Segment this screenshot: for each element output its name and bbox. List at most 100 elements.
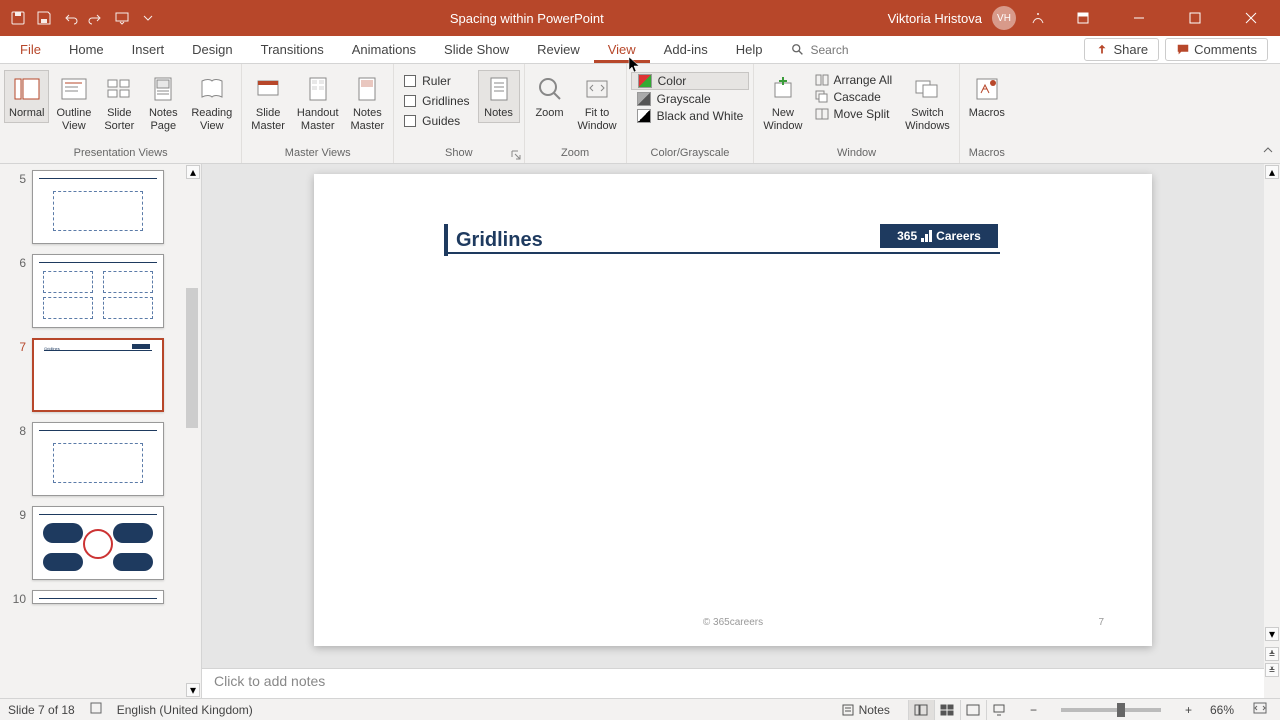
- minimize-button[interactable]: [1116, 4, 1162, 32]
- notes-status-button[interactable]: Notes: [837, 703, 894, 717]
- normal-view-button[interactable]: Normal: [4, 70, 49, 123]
- slide-thumbnail-active[interactable]: Gridlines: [32, 338, 164, 412]
- tab-file[interactable]: File: [6, 36, 55, 63]
- slide-thumbnail[interactable]: [32, 170, 164, 244]
- switch-windows-button[interactable]: Switch Windows: [900, 70, 955, 136]
- language-status[interactable]: English (United Kingdom): [117, 703, 253, 717]
- share-button[interactable]: Share: [1084, 38, 1159, 61]
- tab-animations[interactable]: Animations: [338, 36, 430, 63]
- slide-title[interactable]: Gridlines: [448, 229, 543, 252]
- outline-view-button[interactable]: Outline View: [51, 70, 96, 136]
- tab-help[interactable]: Help: [722, 36, 777, 63]
- avatar[interactable]: VH: [992, 6, 1016, 30]
- checkbox-icon: [404, 115, 416, 127]
- zoom-slider[interactable]: [1061, 708, 1161, 712]
- slideshow-status-button[interactable]: [986, 700, 1012, 720]
- reading-view-button[interactable]: Reading View: [186, 70, 237, 136]
- slide-counter[interactable]: Slide 7 of 18: [8, 703, 75, 717]
- notes-page-button[interactable]: Notes Page: [142, 70, 184, 136]
- outline-view-icon: [58, 73, 90, 105]
- thumbnail-item[interactable]: 9: [12, 506, 183, 580]
- slide-thumbnail[interactable]: [32, 506, 164, 580]
- comments-button[interactable]: Comments: [1165, 38, 1268, 61]
- tab-design[interactable]: Design: [178, 36, 246, 63]
- sorter-view-status-button[interactable]: [934, 700, 960, 720]
- slide-thumbnail[interactable]: [32, 590, 164, 604]
- notes-master-button[interactable]: Notes Master: [346, 70, 390, 136]
- thumbnail-item[interactable]: 5: [12, 170, 183, 244]
- thumbnail-item[interactable]: 8: [12, 422, 183, 496]
- slide-canvas[interactable]: Gridlines 365 Careers © 365careers 7: [202, 164, 1264, 668]
- coming-soon-icon[interactable]: [1026, 6, 1050, 30]
- group-zoom: Zoom Fit to Window Zoom: [525, 64, 627, 163]
- scroll-up-icon[interactable]: ▴: [186, 165, 200, 179]
- zoom-level[interactable]: 66%: [1210, 703, 1234, 717]
- tab-transitions[interactable]: Transitions: [247, 36, 338, 63]
- ribbon-tabs: File Home Insert Design Transitions Anim…: [0, 36, 1280, 64]
- scroll-up-icon[interactable]: ▴: [1265, 165, 1279, 179]
- move-split-button[interactable]: Move Split: [809, 106, 898, 122]
- zoom-handle[interactable]: [1117, 703, 1125, 717]
- zoom-in-button[interactable]: +: [1181, 703, 1196, 717]
- handout-master-button[interactable]: Handout Master: [292, 70, 344, 136]
- prev-slide-icon[interactable]: ≜: [1265, 647, 1279, 661]
- zoom-out-button[interactable]: −: [1026, 703, 1041, 717]
- scroll-down-icon[interactable]: ▾: [186, 683, 200, 697]
- next-slide-icon[interactable]: ≚: [1265, 663, 1279, 677]
- slide-sorter-button[interactable]: Slide Sorter: [98, 70, 140, 136]
- thumbnail-item[interactable]: 10: [12, 590, 183, 606]
- qat-more-icon[interactable]: [136, 6, 160, 30]
- slide-master-icon: [252, 73, 284, 105]
- tab-home[interactable]: Home: [55, 36, 118, 63]
- normal-view-status-button[interactable]: [908, 700, 934, 720]
- ribbon-display-icon[interactable]: [1060, 4, 1106, 32]
- notes-page-icon: [147, 73, 179, 105]
- accessibility-icon[interactable]: [89, 701, 103, 718]
- group-macros: Macros Macros: [960, 64, 1014, 163]
- guides-checkbox[interactable]: Guides: [398, 112, 475, 130]
- tab-review[interactable]: Review: [523, 36, 594, 63]
- thumbnail-scrollbar[interactable]: ▴ ▾: [185, 164, 201, 698]
- arrange-all-button[interactable]: Arrange All: [809, 72, 898, 88]
- scroll-down-icon[interactable]: ▾: [1265, 627, 1279, 641]
- color-button[interactable]: Color: [631, 72, 750, 90]
- notes-pane[interactable]: Click to add notes: [202, 668, 1264, 698]
- fit-to-window-status-button[interactable]: [1248, 701, 1272, 718]
- new-window-button[interactable]: New Window: [758, 70, 807, 136]
- grayscale-button[interactable]: Grayscale: [631, 91, 750, 107]
- zoom-button[interactable]: Zoom: [529, 70, 571, 123]
- slide[interactable]: Gridlines 365 Careers © 365careers 7: [314, 174, 1152, 646]
- redo-icon[interactable]: [84, 6, 108, 30]
- autosave-icon[interactable]: [6, 6, 30, 30]
- fit-window-button[interactable]: Fit to Window: [573, 70, 622, 136]
- undo-icon[interactable]: [58, 6, 82, 30]
- scroll-thumb[interactable]: [186, 288, 198, 428]
- ruler-checkbox[interactable]: Ruler: [398, 72, 475, 90]
- tab-addins[interactable]: Add-ins: [650, 36, 722, 63]
- thumbnail-item[interactable]: 7 Gridlines: [12, 338, 183, 412]
- slide-master-button[interactable]: Slide Master: [246, 70, 290, 136]
- save-icon[interactable]: [32, 6, 56, 30]
- close-button[interactable]: [1228, 4, 1274, 32]
- slide-thumbnail[interactable]: [32, 254, 164, 328]
- macros-button[interactable]: Macros: [964, 70, 1010, 123]
- search-box[interactable]: Search: [777, 36, 1079, 63]
- arrange-icon: [815, 73, 829, 87]
- slide-sorter-icon: [103, 73, 135, 105]
- vertical-scrollbar[interactable]: ▴ ▾ ≜ ≚: [1264, 164, 1280, 698]
- cascade-button[interactable]: Cascade: [809, 89, 898, 105]
- tab-slideshow[interactable]: Slide Show: [430, 36, 523, 63]
- slide-thumbnail[interactable]: [32, 422, 164, 496]
- gridlines-checkbox[interactable]: Gridlines: [398, 92, 475, 110]
- collapse-ribbon-icon[interactable]: [1262, 144, 1274, 159]
- maximize-button[interactable]: [1172, 4, 1218, 32]
- dialog-launcher-icon[interactable]: [510, 149, 522, 161]
- main-area: 5 6 7 Gridlines: [0, 164, 1280, 698]
- group-window: New Window Arrange All Cascade Move Spli…: [754, 64, 959, 163]
- notes-toggle-button[interactable]: Notes: [478, 70, 520, 123]
- tab-insert[interactable]: Insert: [118, 36, 179, 63]
- reading-view-status-button[interactable]: [960, 700, 986, 720]
- start-slideshow-icon[interactable]: [110, 6, 134, 30]
- black-white-button[interactable]: Black and White: [631, 108, 750, 124]
- thumbnail-item[interactable]: 6: [12, 254, 183, 328]
